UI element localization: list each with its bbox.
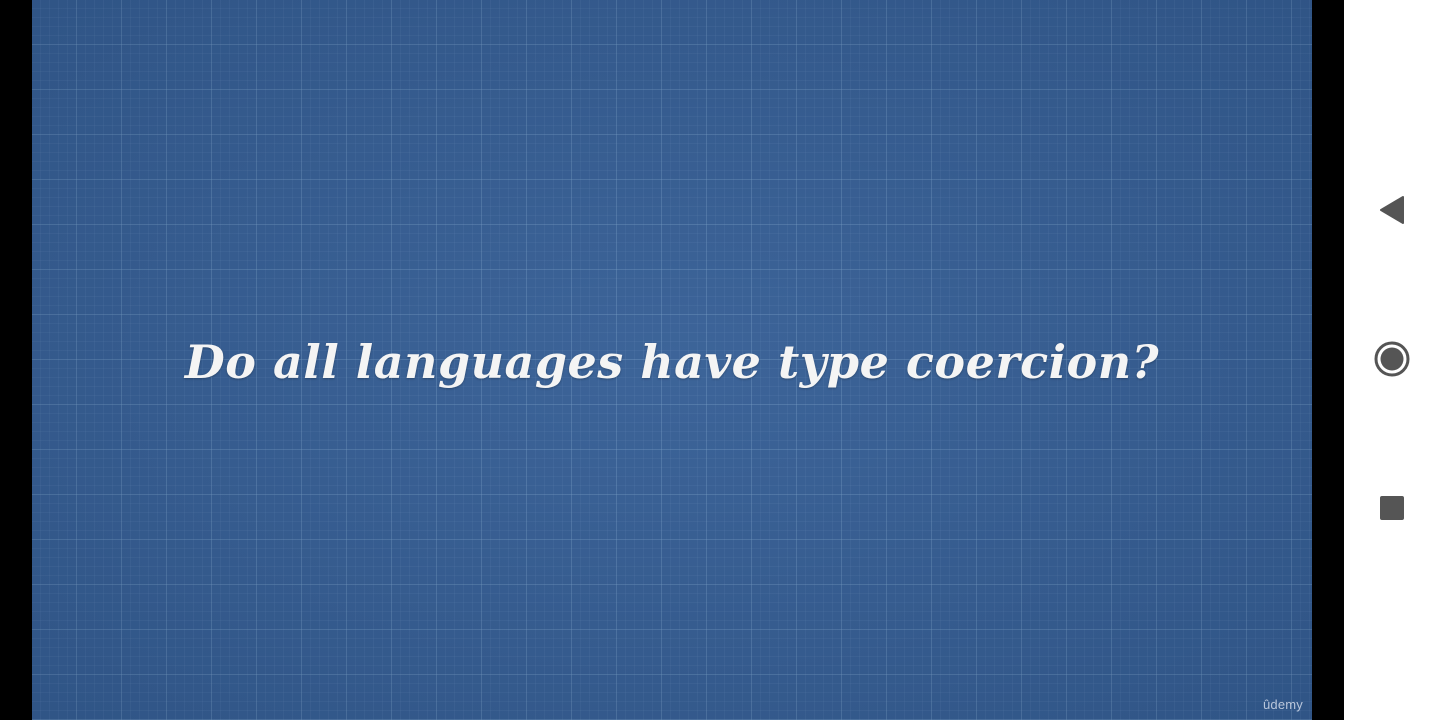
square-recents-icon xyxy=(1380,496,1404,520)
circle-home-icon xyxy=(1374,341,1410,377)
udemy-watermark: ûdemy xyxy=(1262,697,1303,712)
recents-button[interactable] xyxy=(1368,484,1416,532)
video-player[interactable]: Do all languages have type coercion? ûde… xyxy=(32,0,1312,720)
slide-title: Do all languages have type coercion? xyxy=(184,335,1160,389)
phone-screen: Do all languages have type coercion? ûde… xyxy=(0,0,1440,720)
letterbox-right xyxy=(1312,0,1344,720)
triangle-back-icon xyxy=(1380,196,1404,224)
home-button[interactable] xyxy=(1368,335,1416,383)
system-navigation-bar xyxy=(1344,0,1440,720)
back-button[interactable] xyxy=(1368,186,1416,234)
letterbox-left xyxy=(0,0,32,720)
